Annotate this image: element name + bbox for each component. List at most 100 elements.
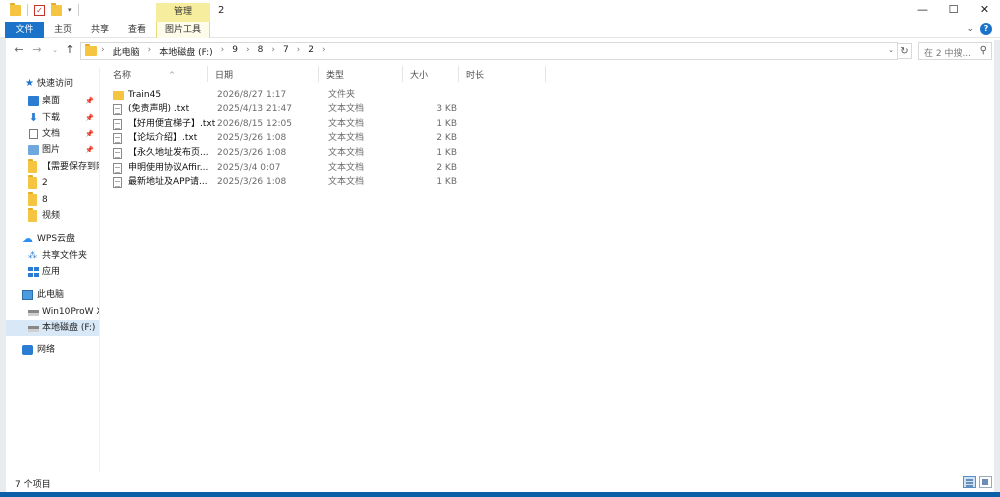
pin-icon[interactable]: 📌	[85, 142, 94, 158]
nav-item-downloads[interactable]: ⬇ 下载 📌	[6, 110, 99, 126]
text-file-icon	[113, 133, 122, 144]
nav-label: Win10ProW X	[42, 307, 99, 317]
nav-drive-f[interactable]: 本地磁盘 (F:)	[6, 320, 99, 336]
up-arrow-icon[interactable]: ↑	[63, 43, 77, 56]
breadcrumb-9[interactable]: 9	[232, 45, 238, 58]
nav-this-pc[interactable]: 此电脑	[6, 287, 99, 303]
download-icon: ⬇	[28, 111, 39, 124]
breadcrumb-this-pc[interactable]: 此电脑	[113, 45, 140, 58]
title-bar: ✓ ▾ 管理 2 — ☐ ✕	[0, 0, 1000, 22]
nav-drive-win10[interactable]: Win10ProW X	[6, 304, 99, 320]
breadcrumb-7[interactable]: 7	[283, 45, 289, 58]
folder-icon	[113, 91, 124, 100]
breadcrumb-2[interactable]: 2	[308, 45, 314, 58]
tab-home[interactable]: 主页	[54, 22, 72, 38]
details-view-icon[interactable]	[963, 476, 976, 488]
computer-icon	[22, 290, 33, 300]
toolbar-divider	[77, 4, 79, 16]
help-icon[interactable]: ?	[980, 23, 992, 35]
nav-label: 文档	[42, 129, 61, 139]
file-date: 2025/4/13 21:47	[217, 104, 292, 114]
file-size: 1 KB	[436, 177, 457, 187]
nav-label: 视频	[42, 211, 61, 221]
new-folder-icon[interactable]	[51, 2, 62, 16]
search-icon: ⚲	[979, 45, 987, 56]
table-row[interactable]: (免责声明) .txt 2025/4/13 21:47 文本文档 3 KB	[111, 102, 561, 117]
pin-icon[interactable]: 📌	[85, 110, 94, 126]
tab-manage[interactable]: 管理	[156, 3, 210, 22]
column-divider[interactable]	[318, 66, 319, 82]
breadcrumb-separator[interactable]: ›	[297, 45, 301, 58]
tab-share[interactable]: 共享	[91, 22, 109, 38]
nav-item-2[interactable]: 2	[6, 175, 99, 191]
picture-icon	[28, 145, 39, 155]
nav-shared-folder[interactable]: ⁂ 共享文件夹	[6, 248, 99, 264]
cloud-icon: ☁	[22, 232, 33, 245]
folder-icon	[85, 44, 97, 56]
table-row[interactable]: 申明使用协议Affir... 2025/3/4 0:07 文本文档 2 KB	[111, 161, 561, 176]
file-name: 申明使用协议Affir...	[128, 163, 209, 173]
column-header-name[interactable]: 名称 ^	[113, 68, 208, 84]
nav-quick-access[interactable]: ★ 快速访问	[6, 76, 99, 92]
refresh-icon[interactable]: ↻	[898, 43, 912, 59]
column-header-duration[interactable]: 时长	[466, 68, 484, 84]
table-row[interactable]: 【好用便宜梯子】.txt 2026/8/15 12:05 文本文档 1 KB	[111, 117, 561, 132]
pin-icon[interactable]: 📌	[85, 126, 94, 142]
nav-apps[interactable]: 应用	[6, 264, 99, 280]
nav-item-8[interactable]: 8	[6, 192, 99, 208]
nav-item-save-folder[interactable]: 【需要保存到网	[6, 159, 99, 175]
column-header-size[interactable]: 大小	[410, 68, 428, 84]
breadcrumb-drive-f[interactable]: 本地磁盘 (F:)	[159, 45, 212, 58]
column-header-date[interactable]: 日期	[215, 68, 233, 84]
customize-toolbar-chevron-icon[interactable]: ▾	[68, 6, 72, 14]
folder-icon	[10, 2, 21, 16]
tab-file[interactable]: 文件	[5, 22, 44, 38]
address-dropdown-chevron-icon[interactable]: ⌄	[888, 46, 894, 54]
breadcrumb-separator[interactable]: ›	[322, 45, 326, 58]
breadcrumb-8[interactable]: 8	[258, 45, 264, 58]
ribbon-right-controls: ⌄ ?	[966, 23, 992, 35]
breadcrumb-separator[interactable]: ›	[271, 45, 275, 58]
breadcrumb-separator[interactable]: ›	[148, 45, 152, 58]
nav-item-documents[interactable]: 文档 📌	[6, 126, 99, 142]
column-divider[interactable]	[207, 66, 208, 82]
minimize-button[interactable]: —	[907, 0, 938, 20]
table-row[interactable]: 【论坛介绍】.txt 2025/3/26 1:08 文本文档 2 KB	[111, 131, 561, 146]
properties-check-icon[interactable]: ✓	[34, 4, 45, 16]
nav-label: 【需要保存到网	[42, 162, 99, 172]
column-header-type[interactable]: 类型	[326, 68, 344, 84]
status-bar: 7 个项目	[6, 474, 994, 492]
nav-item-videos[interactable]: 视频	[6, 208, 99, 224]
taskbar-strip	[0, 492, 1000, 497]
column-divider[interactable]	[458, 66, 459, 82]
breadcrumb-separator[interactable]: ›	[221, 45, 225, 58]
nav-wps-cloud[interactable]: ☁ WPS云盘	[6, 231, 99, 247]
nav-network[interactable]: 网络	[6, 342, 99, 358]
window-controls: — ☐ ✕	[907, 0, 1000, 20]
text-file-icon	[113, 104, 122, 115]
nav-item-desktop[interactable]: 桌面 📌	[6, 93, 99, 109]
table-row[interactable]: 【永久地址发布页... 2025/3/26 1:08 文本文档 1 KB	[111, 146, 561, 161]
column-divider[interactable]	[402, 66, 403, 82]
nav-item-pictures[interactable]: 图片 📌	[6, 142, 99, 158]
recent-locations-chevron-icon[interactable]: ⌄	[48, 46, 62, 54]
search-input[interactable]: 在 2 中搜... ⚲	[918, 42, 992, 60]
breadcrumb-separator[interactable]: ›	[246, 45, 250, 58]
forward-arrow-icon[interactable]: →	[30, 43, 44, 56]
large-icons-view-icon[interactable]	[979, 476, 992, 488]
close-button[interactable]: ✕	[969, 0, 1000, 20]
tab-view[interactable]: 查看	[128, 22, 146, 38]
back-arrow-icon[interactable]: ←	[12, 43, 26, 56]
column-divider[interactable]	[545, 66, 546, 82]
address-bar[interactable]: › 此电脑 › 本地磁盘 (F:) › 9 › 8 › 7 › 2 › ⌄	[80, 42, 898, 60]
tab-picture-tools[interactable]: 图片工具	[156, 22, 210, 38]
folder-icon	[28, 175, 37, 189]
maximize-button[interactable]: ☐	[938, 0, 969, 20]
table-row[interactable]: 最新地址及APP请... 2025/3/26 1:08 文本文档 1 KB	[111, 175, 561, 190]
pin-icon[interactable]: 📌	[85, 93, 94, 109]
file-size: 2 KB	[436, 133, 457, 143]
file-list: 名称 ^ 日期 类型 大小 时长 Train45 2026/8/27 1:17 …	[101, 62, 994, 472]
table-row[interactable]: Train45 2026/8/27 1:17 文件夹	[111, 88, 561, 103]
nav-label: 8	[42, 195, 48, 205]
expand-ribbon-chevron-icon[interactable]: ⌄	[966, 24, 974, 34]
